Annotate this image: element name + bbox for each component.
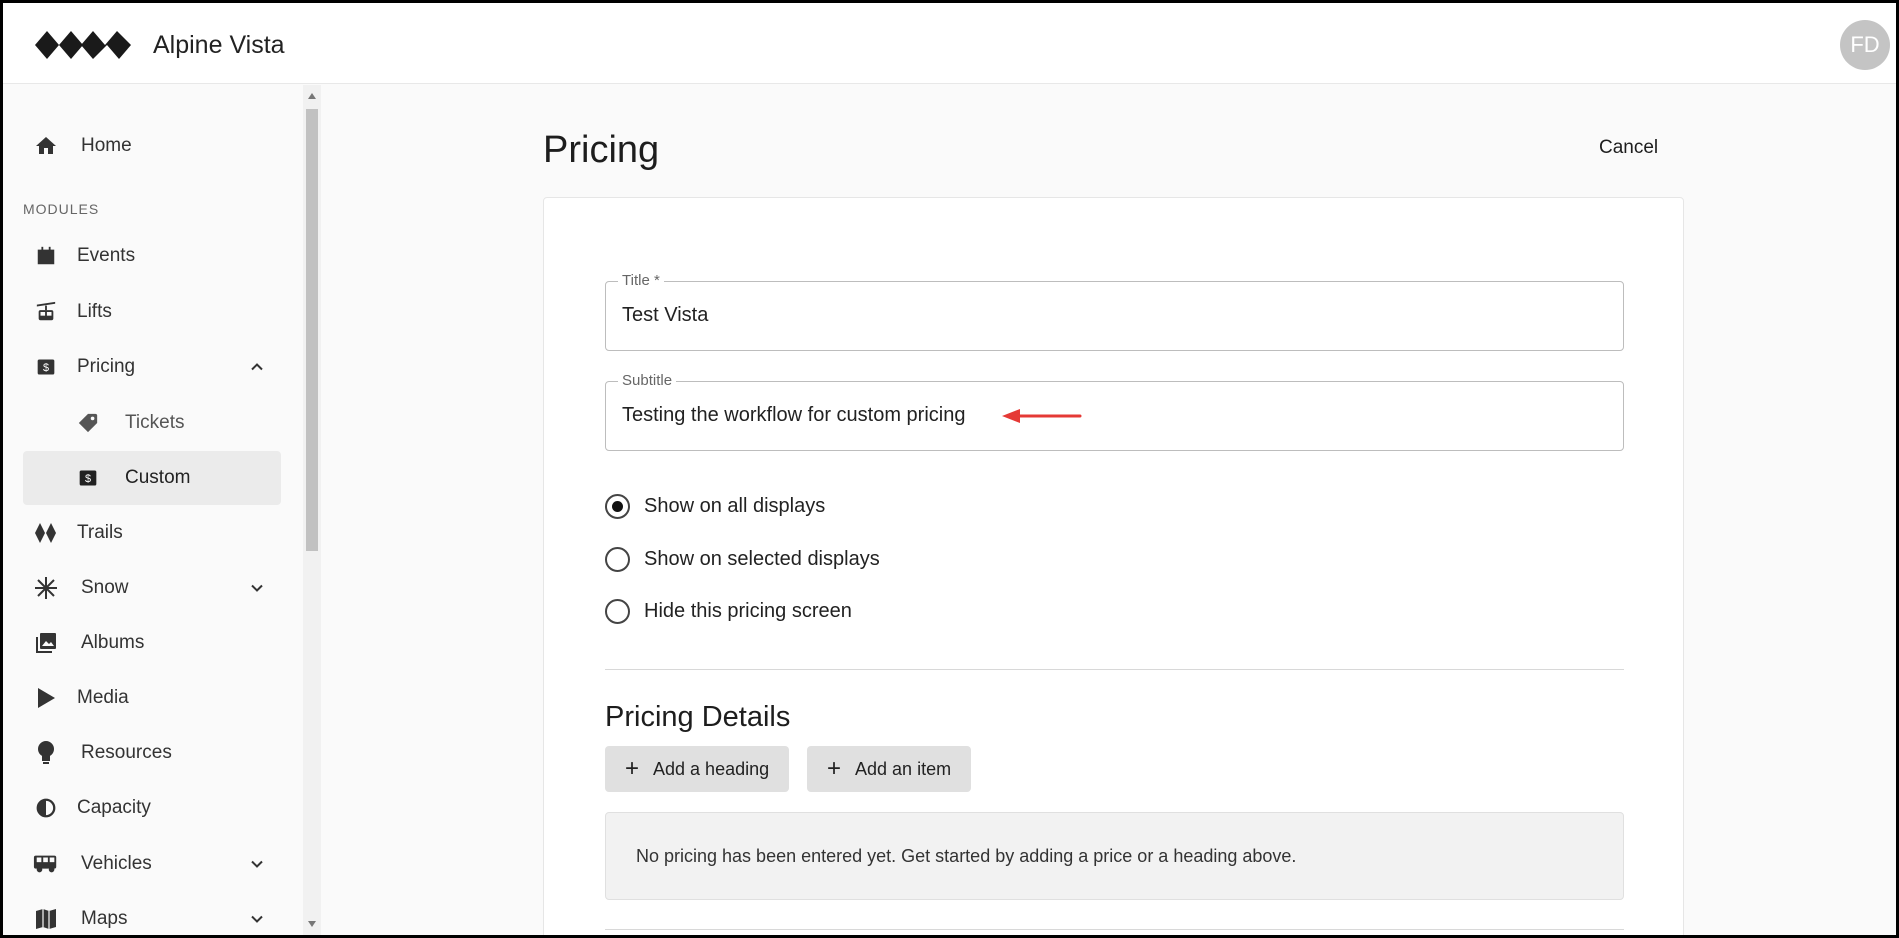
sidebar-scrollbar[interactable] bbox=[303, 85, 321, 935]
radio-label: Hide this pricing screen bbox=[644, 600, 852, 622]
sidebar-item-label: Pricing bbox=[77, 356, 136, 377]
add-heading-label: Add a heading bbox=[653, 758, 770, 779]
plus-icon: + bbox=[625, 755, 640, 782]
sidebar-item-label: Tickets bbox=[125, 412, 185, 433]
cancel-button[interactable]: Cancel bbox=[1599, 137, 1658, 159]
title-field-value: Test Vista bbox=[622, 304, 709, 326]
add-item-label: Add an item bbox=[855, 758, 952, 779]
section-divider bbox=[605, 929, 1624, 930]
section-divider bbox=[605, 669, 1624, 670]
chevron-up-icon[interactable] bbox=[247, 357, 267, 377]
sidebar-item-media[interactable]: Media bbox=[23, 671, 281, 725]
sidebar-item-events[interactable]: Events bbox=[23, 229, 281, 283]
title-field-label: Title * bbox=[618, 272, 664, 289]
sidebar-item-albums[interactable]: Albums bbox=[23, 616, 281, 670]
svg-text:$: $ bbox=[85, 473, 91, 485]
radio-show-selected-displays[interactable]: Show on selected displays bbox=[605, 547, 880, 572]
sidebar-item-label: Trails bbox=[77, 522, 123, 543]
radio-button[interactable] bbox=[605, 494, 630, 519]
sidebar-item-label: Albums bbox=[81, 632, 145, 653]
app-window: Alpine Vista FD Home MODULES Events Lift… bbox=[3, 3, 1896, 935]
subtitle-field-label: Subtitle bbox=[618, 372, 677, 389]
sidebar-item-label: Maps bbox=[81, 908, 128, 929]
play-icon bbox=[33, 685, 59, 711]
annotation-arrow-icon bbox=[1002, 409, 1082, 423]
subtitle-field[interactable]: Subtitle Testing the workflow for custom… bbox=[605, 372, 1624, 451]
tag-icon bbox=[75, 410, 101, 436]
svg-text:$: $ bbox=[43, 362, 49, 374]
home-icon bbox=[33, 133, 59, 159]
app-title: Alpine Vista bbox=[153, 31, 285, 59]
user-avatar[interactable]: FD bbox=[1840, 20, 1890, 70]
empty-pricing-notice: No pricing has been entered yet. Get sta… bbox=[605, 812, 1624, 900]
scroll-up-arrow-icon[interactable] bbox=[308, 93, 316, 99]
modules-section-label: MODULES bbox=[23, 201, 100, 217]
gondola-icon bbox=[33, 299, 59, 325]
sidebar-item-label: Custom bbox=[125, 467, 191, 488]
subtitle-field-value: Testing the workflow for custom pricing bbox=[622, 404, 966, 426]
title-field[interactable]: Title * Test Vista bbox=[605, 272, 1624, 351]
snowflake-icon bbox=[33, 575, 59, 601]
sidebar-item-trails[interactable]: Trails bbox=[23, 506, 281, 560]
chevron-down-icon[interactable] bbox=[247, 854, 267, 874]
sidebar-item-snow[interactable]: Snow bbox=[23, 561, 281, 615]
bus-icon bbox=[33, 851, 59, 877]
sidebar-item-label: Capacity bbox=[77, 797, 151, 818]
radio-hide-pricing-screen[interactable]: Hide this pricing screen bbox=[605, 599, 852, 624]
calendar-icon bbox=[33, 243, 59, 269]
plus-icon: + bbox=[827, 755, 842, 782]
sidebar-item-label: Media bbox=[77, 687, 129, 708]
sidebar-item-lifts[interactable]: Lifts bbox=[23, 285, 281, 339]
radio-label: Show on selected displays bbox=[644, 548, 880, 570]
sidebar-item-capacity[interactable]: Capacity bbox=[23, 781, 281, 835]
sidebar-item-pricing[interactable]: $ Pricing bbox=[23, 340, 281, 394]
radio-button[interactable] bbox=[605, 599, 630, 624]
page-title: Pricing bbox=[543, 129, 660, 171]
radio-button[interactable] bbox=[605, 547, 630, 572]
sidebar-item-label: Resources bbox=[81, 742, 172, 763]
diamond-icon bbox=[33, 520, 59, 546]
chevron-down-icon[interactable] bbox=[247, 909, 267, 929]
radio-show-all-displays[interactable]: Show on all displays bbox=[605, 494, 825, 519]
sidebar-item-maps[interactable]: Maps bbox=[23, 892, 281, 935]
sidebar-item-label: Vehicles bbox=[81, 853, 152, 874]
radio-label: Show on all displays bbox=[644, 495, 826, 517]
add-heading-button[interactable]: + Add a heading bbox=[605, 746, 790, 792]
sidebar-item-label: Home bbox=[81, 135, 132, 156]
top-bar: Alpine Vista FD bbox=[3, 3, 1896, 84]
sidebar-item-label: Snow bbox=[81, 577, 129, 598]
lightbulb-icon bbox=[33, 740, 59, 766]
sidebar-item-resources[interactable]: Resources bbox=[23, 726, 281, 780]
photo-library-icon bbox=[33, 630, 59, 656]
empty-pricing-message: No pricing has been entered yet. Get sta… bbox=[636, 846, 1297, 866]
dollar-icon: $ bbox=[75, 465, 101, 491]
sidebar: Home MODULES Events Lifts $ Pricing Tick… bbox=[3, 85, 303, 935]
pricing-form-card: Title * Test Vista Subtitle Testing the … bbox=[543, 197, 1684, 935]
sidebar-item-home[interactable]: Home bbox=[23, 119, 281, 173]
chevron-down-icon[interactable] bbox=[247, 578, 267, 598]
sidebar-item-vehicles[interactable]: Vehicles bbox=[23, 837, 281, 891]
alpine-vista-logo bbox=[35, 31, 131, 59]
capacity-icon bbox=[33, 795, 59, 821]
sidebar-item-tickets[interactable]: Tickets bbox=[23, 396, 281, 450]
sidebar-item-label: Events bbox=[77, 245, 136, 266]
map-icon bbox=[33, 906, 59, 932]
dollar-icon: $ bbox=[33, 354, 59, 380]
scroll-down-arrow-icon[interactable] bbox=[308, 921, 316, 927]
sidebar-item-label: Lifts bbox=[77, 301, 112, 322]
scroll-thumb[interactable] bbox=[306, 109, 318, 551]
pricing-details-title: Pricing Details bbox=[605, 701, 791, 733]
add-item-button[interactable]: + Add an item bbox=[807, 746, 972, 792]
sidebar-item-custom[interactable]: $ Custom bbox=[23, 451, 281, 505]
